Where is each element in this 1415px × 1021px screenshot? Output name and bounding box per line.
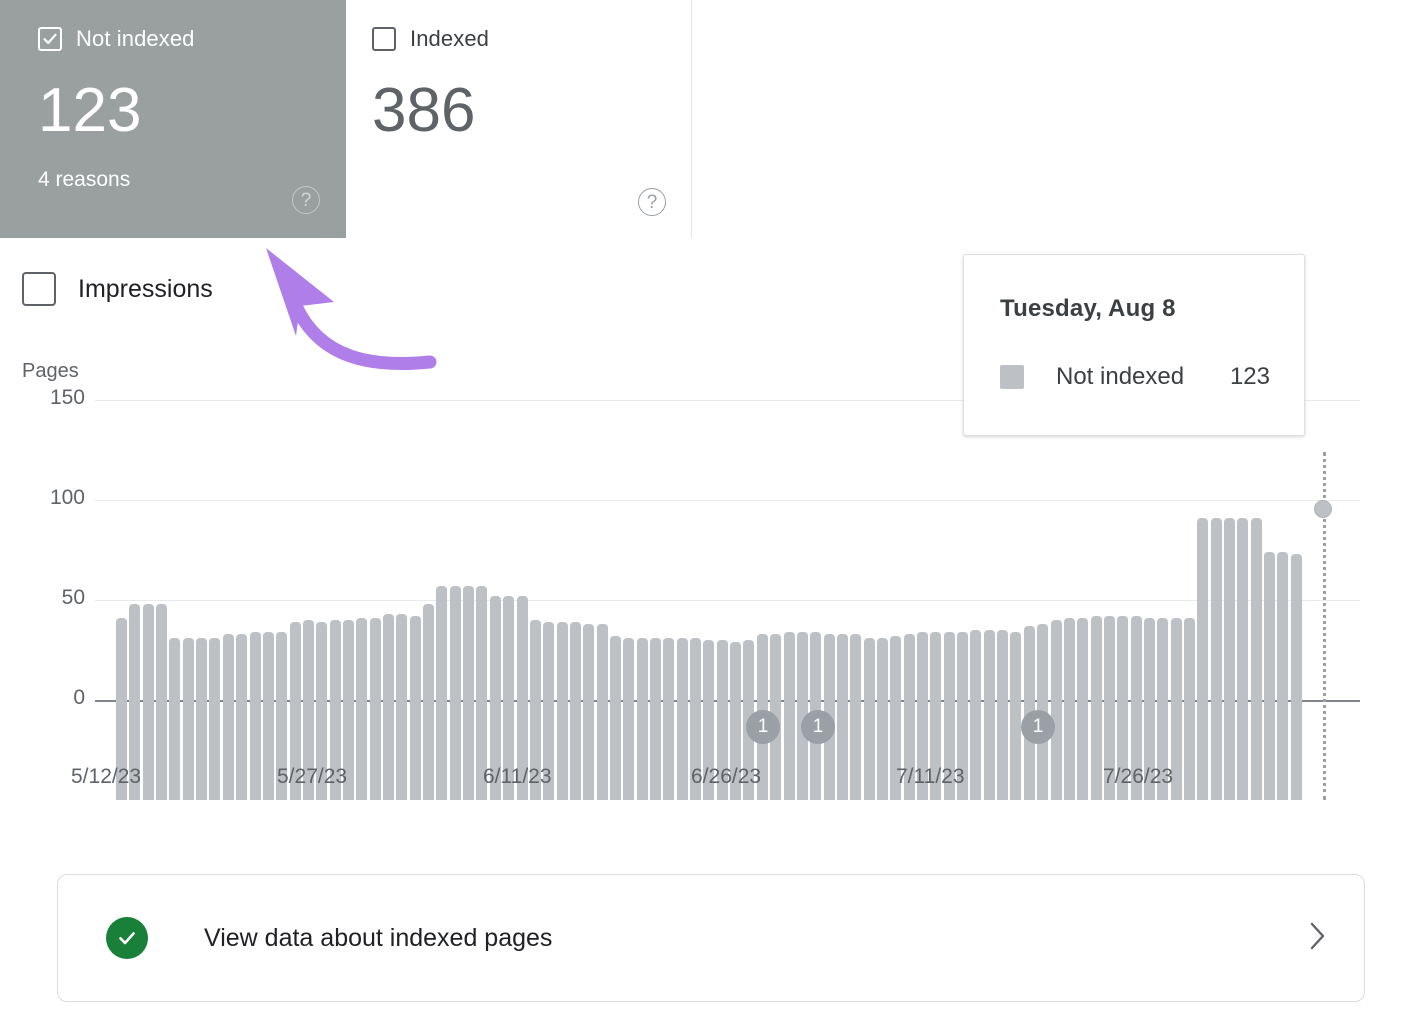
metric-card-indexed[interactable]: Indexed 386 ? bbox=[346, 0, 692, 238]
x-axis-tick-label: 7/26/23 bbox=[1103, 765, 1174, 788]
chart-bar[interactable] bbox=[1264, 552, 1276, 800]
annotation-badge[interactable]: 1 bbox=[746, 710, 780, 744]
chart-bar[interactable] bbox=[423, 604, 435, 800]
y-axis-tick-label: 0 bbox=[73, 686, 85, 709]
chart-bar[interactable] bbox=[1290, 554, 1302, 800]
chevron-right-icon[interactable] bbox=[1304, 918, 1330, 959]
chart-bar[interactable] bbox=[369, 618, 381, 800]
metric-card-not-indexed[interactable]: Not indexed 123 4 reasons ? bbox=[0, 0, 346, 238]
gridline bbox=[95, 600, 1360, 601]
metric-card-subtext: 4 reasons bbox=[38, 168, 131, 191]
chart-bar[interactable] bbox=[663, 638, 675, 800]
chart-bar[interactable] bbox=[556, 622, 568, 800]
y-axis-tick-label: 150 bbox=[49, 386, 85, 409]
chart-bar[interactable] bbox=[783, 632, 795, 800]
hover-data-point bbox=[1314, 500, 1332, 518]
chart-bar[interactable] bbox=[1077, 618, 1089, 800]
view-indexed-pages-label: View data about indexed pages bbox=[204, 923, 553, 952]
chart-bar[interactable] bbox=[836, 634, 848, 800]
gridline bbox=[95, 500, 1360, 501]
y-axis-tick-label: 100 bbox=[49, 486, 85, 509]
tooltip-date: Tuesday, Aug 8 bbox=[1000, 295, 1176, 322]
chart-bar[interactable] bbox=[182, 638, 194, 800]
card-header: Indexed bbox=[372, 26, 667, 52]
tooltip-series-name: Not indexed bbox=[1056, 363, 1185, 390]
chart-bar[interactable] bbox=[1197, 518, 1209, 800]
x-axis-tick-label: 7/11/23 bbox=[896, 765, 965, 788]
card-header: Not indexed bbox=[38, 26, 322, 52]
chart-bar[interactable] bbox=[1090, 616, 1102, 800]
impressions-toggle-row[interactable]: Impressions bbox=[22, 272, 213, 306]
chart-bar[interactable] bbox=[583, 624, 595, 800]
annotation-badge[interactable]: 1 bbox=[801, 710, 835, 744]
chart-bar[interactable] bbox=[156, 604, 168, 800]
chart-bar[interactable] bbox=[1063, 618, 1075, 800]
view-indexed-pages-card[interactable]: View data about indexed pages bbox=[57, 874, 1365, 1002]
chart-bar[interactable] bbox=[383, 614, 394, 800]
indexed-checkbox[interactable] bbox=[372, 27, 396, 51]
chart-bar[interactable] bbox=[196, 638, 208, 800]
chart-bar[interactable] bbox=[236, 634, 248, 800]
chart-bar[interactable] bbox=[209, 638, 221, 800]
chart-bar[interactable] bbox=[356, 618, 368, 800]
chart-bar[interactable] bbox=[1010, 632, 1022, 800]
chart-bar[interactable] bbox=[636, 638, 648, 800]
chart-bar[interactable] bbox=[876, 638, 888, 800]
chart-bar[interactable] bbox=[463, 586, 475, 800]
metric-card-value: 123 bbox=[38, 76, 142, 145]
chart-bar[interactable] bbox=[997, 630, 1009, 800]
chart-bar[interactable] bbox=[863, 638, 875, 800]
not-indexed-checkbox[interactable] bbox=[38, 27, 62, 51]
chart-bar[interactable] bbox=[436, 586, 448, 800]
page-root: Not indexed 123 4 reasons ? Indexed 386 … bbox=[0, 0, 1415, 1021]
check-circle-icon bbox=[106, 917, 148, 959]
chart-bar[interactable] bbox=[1050, 620, 1062, 800]
chart-bar[interactable] bbox=[1184, 618, 1195, 800]
impressions-checkbox[interactable] bbox=[22, 272, 56, 306]
chart-bar[interactable] bbox=[249, 632, 261, 800]
chart-bar[interactable] bbox=[850, 634, 862, 800]
metric-card-label: Not indexed bbox=[76, 26, 195, 51]
chart-bar[interactable] bbox=[1224, 518, 1236, 800]
y-axis-tick-label: 50 bbox=[61, 586, 85, 609]
help-circle-icon[interactable]: ? bbox=[292, 186, 320, 214]
impressions-label: Impressions bbox=[78, 274, 213, 303]
tooltip-series-value: 123 bbox=[1229, 363, 1270, 390]
chart-bar[interactable] bbox=[983, 630, 995, 800]
help-circle-icon[interactable]: ? bbox=[638, 188, 666, 216]
chart-bar[interactable] bbox=[569, 622, 581, 800]
chart-bar[interactable] bbox=[409, 616, 421, 800]
chart-bar[interactable] bbox=[1237, 518, 1249, 800]
chart-bar[interactable] bbox=[222, 634, 234, 800]
chart-bar[interactable] bbox=[623, 638, 635, 800]
chart-bar[interactable] bbox=[1277, 552, 1289, 800]
chart-bar[interactable] bbox=[449, 586, 461, 800]
metric-card-label: Indexed bbox=[410, 26, 489, 51]
chart-bar[interactable] bbox=[596, 624, 608, 800]
chart-bar[interactable] bbox=[650, 638, 661, 800]
chart-bar[interactable] bbox=[396, 614, 408, 800]
x-axis-tick-label: 6/26/23 bbox=[691, 765, 762, 788]
chart-bar[interactable] bbox=[1210, 518, 1222, 800]
chart-bar[interactable] bbox=[169, 638, 181, 800]
metric-card-value: 386 bbox=[372, 76, 476, 145]
x-axis-tick-label: 6/11/23 bbox=[483, 765, 552, 788]
x-axis-tick-label: 5/12/23 bbox=[71, 765, 142, 788]
tooltip-color-swatch bbox=[1000, 365, 1024, 389]
chart-bar[interactable] bbox=[142, 604, 154, 800]
y-axis-title: Pages bbox=[22, 360, 79, 382]
annotation-badge[interactable]: 1 bbox=[1021, 710, 1055, 744]
chart-bar[interactable] bbox=[609, 636, 621, 800]
chart-bar[interactable] bbox=[970, 630, 982, 800]
chart-bar[interactable] bbox=[676, 638, 688, 800]
x-axis-tick-label: 5/27/23 bbox=[277, 765, 348, 788]
chart-bar[interactable] bbox=[1250, 518, 1262, 800]
chart-bar[interactable] bbox=[262, 632, 274, 800]
metric-cards: Not indexed 123 4 reasons ? Indexed 386 … bbox=[0, 0, 692, 238]
tooltip-series-row: Not indexed 123 bbox=[1000, 363, 1270, 391]
chart-tooltip: Tuesday, Aug 8 Not indexed 123 bbox=[963, 254, 1305, 436]
